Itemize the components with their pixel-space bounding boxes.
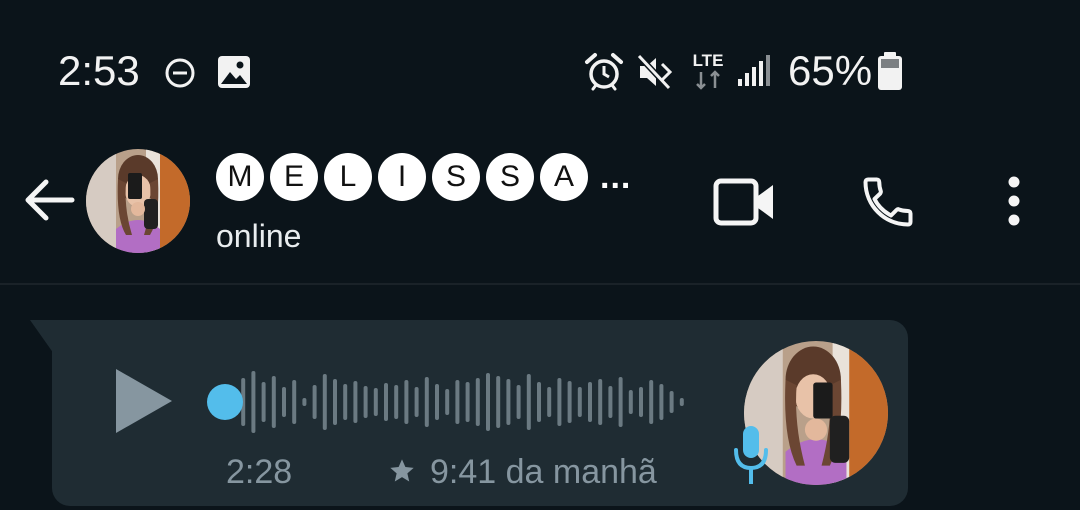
lte-icon: LTE	[693, 51, 724, 90]
waveform-bar	[669, 391, 674, 413]
waveform-bar	[282, 387, 286, 417]
waveform-bar	[547, 387, 552, 417]
name-letter: S	[432, 153, 480, 201]
mute-icon	[636, 53, 673, 91]
avatar-photo	[86, 149, 190, 253]
waveform-bar	[261, 382, 266, 422]
waveform-bar	[424, 377, 429, 427]
battery-icon	[878, 52, 902, 90]
waveform-bar	[292, 380, 297, 424]
waveform-bar	[496, 376, 501, 428]
waveform-bar	[394, 385, 399, 419]
chat-screen: 2:53 LTE 65% M E L I S S A ... online 2:…	[0, 0, 1080, 510]
name-letter: S	[486, 153, 534, 201]
waveform-bar	[333, 379, 337, 425]
signal-icon	[738, 55, 770, 86]
lte-label: LTE	[693, 51, 724, 70]
waveform-bar	[506, 379, 511, 425]
waveform-bar	[404, 380, 409, 424]
name-letter: I	[378, 153, 426, 201]
back-arrow-icon[interactable]	[20, 170, 80, 230]
voice-duration: 2:28	[226, 453, 293, 491]
image-icon	[218, 56, 250, 88]
waveform-bar	[608, 386, 613, 418]
waveform-bar	[486, 373, 490, 431]
message-time: 9:41 da manhã	[430, 453, 657, 491]
dnd-icon	[165, 58, 195, 88]
header-divider	[0, 283, 1080, 285]
alarm-icon	[585, 53, 623, 91]
name-letter: L	[324, 153, 372, 201]
waveform-bar	[537, 382, 541, 422]
waveform-bar	[302, 398, 307, 406]
name-letter: M	[216, 153, 264, 201]
chat-header: M E L I S S A ... online	[0, 140, 1080, 285]
waveform-bar	[649, 380, 654, 424]
waveform-bar	[516, 385, 521, 419]
waveform-bar	[435, 384, 439, 420]
waveform-bar	[251, 371, 256, 433]
waveform-bar	[577, 387, 582, 417]
waveform-bar	[445, 389, 450, 415]
more-vert-icon[interactable]	[996, 174, 1032, 230]
voice-waveform[interactable]	[205, 368, 695, 436]
video-call-icon[interactable]	[712, 176, 776, 228]
waveform-bar	[271, 376, 276, 428]
waveform-bar	[588, 382, 592, 422]
waveform-bar	[639, 387, 643, 417]
star-icon	[390, 459, 414, 482]
waveform-bar	[343, 384, 348, 420]
status-time: 2:53	[58, 47, 140, 94]
waveform-bar	[567, 381, 572, 423]
waveform-bar	[322, 374, 327, 430]
playhead-dot[interactable]	[207, 384, 243, 420]
waveform-bar	[363, 386, 368, 418]
battery-percent: 65%	[788, 47, 873, 94]
waveform-bar	[475, 378, 480, 426]
waveform-bar	[414, 387, 419, 417]
status-bar: 2:53 LTE 65%	[0, 0, 1080, 140]
name-letter: E	[270, 153, 318, 201]
waveform-bar	[598, 379, 603, 425]
contact-avatar[interactable]	[86, 149, 190, 253]
contact-status: online	[216, 218, 302, 254]
waveform-bar	[628, 390, 633, 414]
waveform-bar	[384, 383, 388, 421]
play-icon[interactable]	[112, 366, 176, 436]
mic-icon	[734, 426, 768, 484]
waveform-bar	[659, 384, 664, 420]
waveform-bar	[557, 378, 562, 426]
bubble-tail	[30, 320, 54, 354]
name-ellipsis: ...	[600, 158, 632, 196]
waveform-bar	[455, 380, 460, 424]
waveform-bar	[312, 385, 317, 419]
contact-name[interactable]: M E L I S S A ...	[216, 152, 631, 202]
waveform-bar	[618, 377, 623, 427]
phone-icon[interactable]	[858, 172, 918, 232]
waveform-bar	[353, 381, 358, 423]
waveform-bar	[465, 382, 470, 422]
waveform-bar	[526, 374, 531, 430]
name-letter: A	[540, 153, 588, 201]
waveform-bar	[679, 398, 684, 406]
waveform-bar	[373, 388, 378, 416]
